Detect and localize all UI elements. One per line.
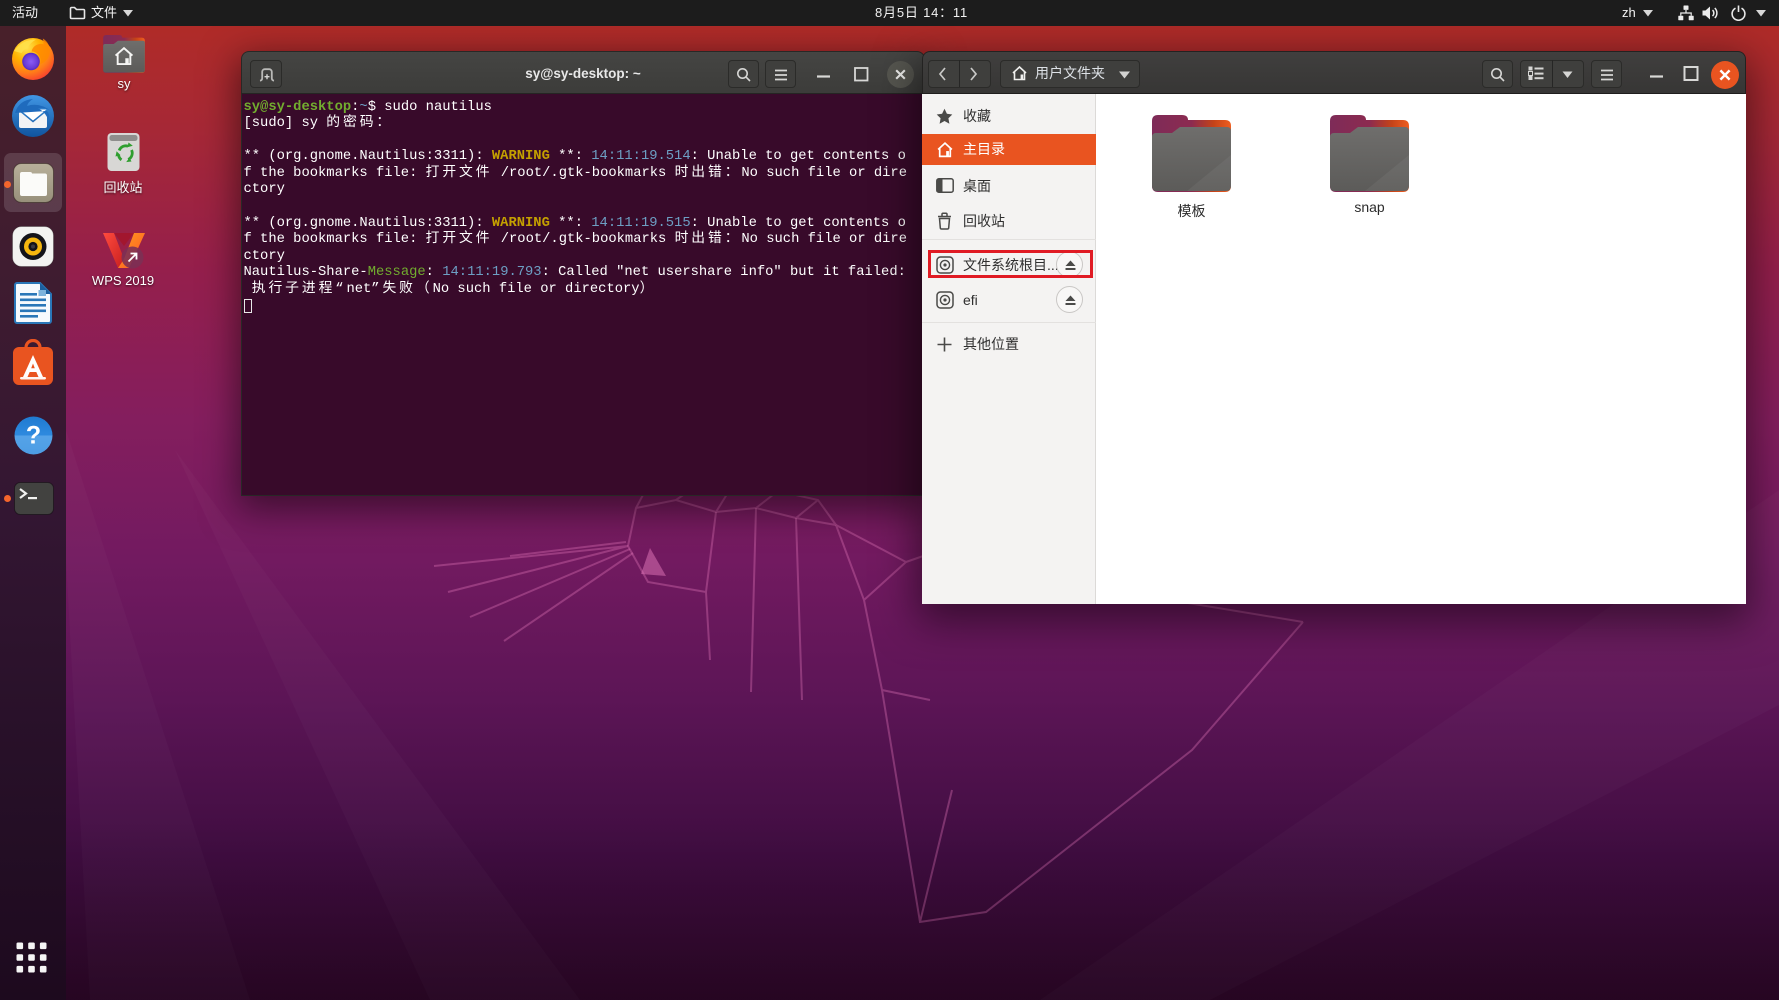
svg-text:?: ? bbox=[25, 422, 40, 450]
